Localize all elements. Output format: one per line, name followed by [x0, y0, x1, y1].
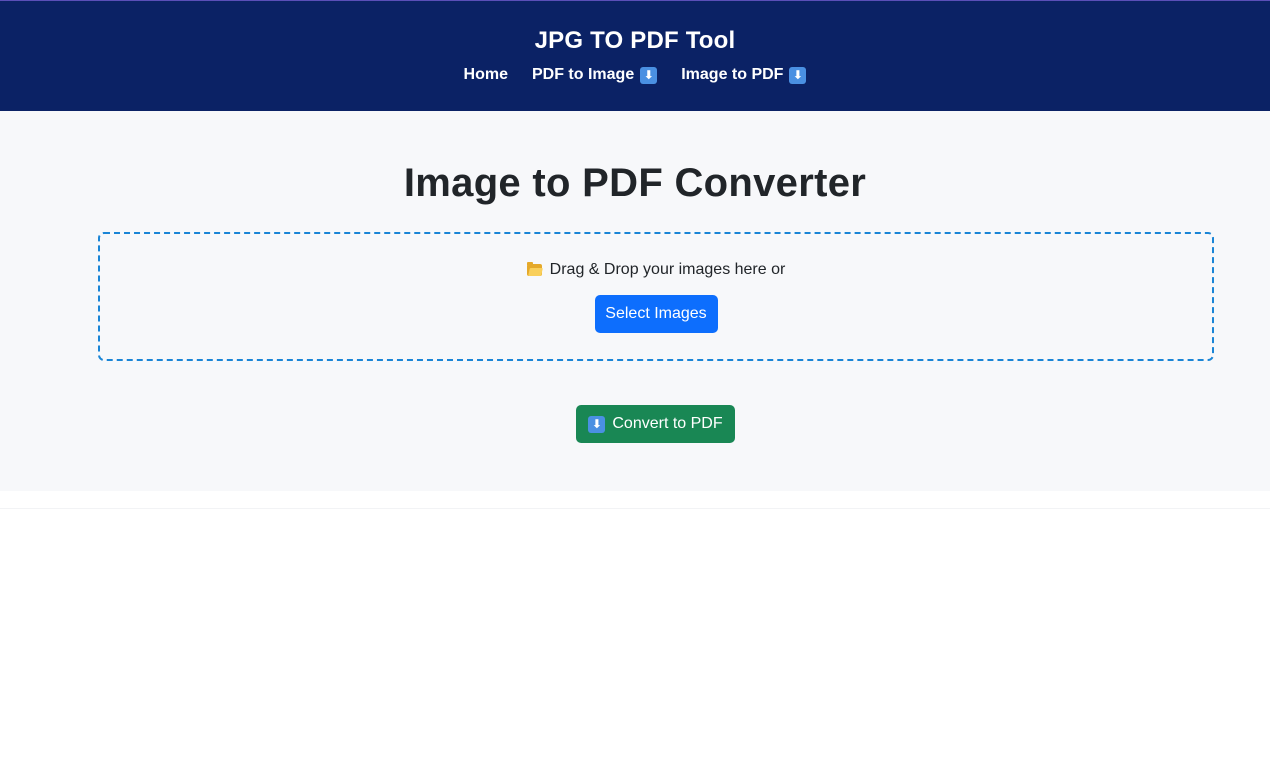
select-images-button[interactable]: Select Images [594, 295, 718, 333]
section-divider [0, 508, 1270, 509]
convert-button-label: Convert to PDF [612, 415, 723, 432]
folder-icon [526, 262, 543, 276]
nav-link-image-to-pdf[interactable]: Image to PDF ⬇ [681, 66, 807, 84]
site-title: JPG TO PDF Tool [534, 27, 736, 54]
navbar: JPG TO PDF Tool Home PDF to Image ⬇ Imag… [0, 1, 1270, 111]
converter-section: Image to PDF Converter Drag & Drop your … [0, 111, 1270, 491]
nav-link-label: Home [463, 66, 508, 83]
nav-link-pdf-to-image[interactable]: PDF to Image ⬇ [531, 66, 658, 84]
down-arrow-icon: ⬇ [640, 66, 658, 84]
nav-link-label: Image to PDF [681, 66, 784, 83]
dropzone-text: Drag & Drop your images here or [549, 261, 786, 278]
dropzone-prompt: Drag & Drop your images here or [526, 261, 786, 279]
nav-links: Home PDF to Image ⬇ Image to PDF ⬇ [0, 66, 1270, 84]
convert-to-pdf-button[interactable]: ⬇ Convert to PDF [576, 405, 735, 443]
nav-link-home[interactable]: Home [464, 66, 508, 84]
image-dropzone[interactable]: Drag & Drop your images here or Select I… [98, 232, 1214, 361]
nav-link-label: PDF to Image [531, 66, 635, 83]
down-arrow-icon: ⬇ [789, 66, 807, 84]
down-arrow-icon: ⬇ [588, 415, 606, 433]
page-title: Image to PDF Converter [403, 161, 867, 205]
